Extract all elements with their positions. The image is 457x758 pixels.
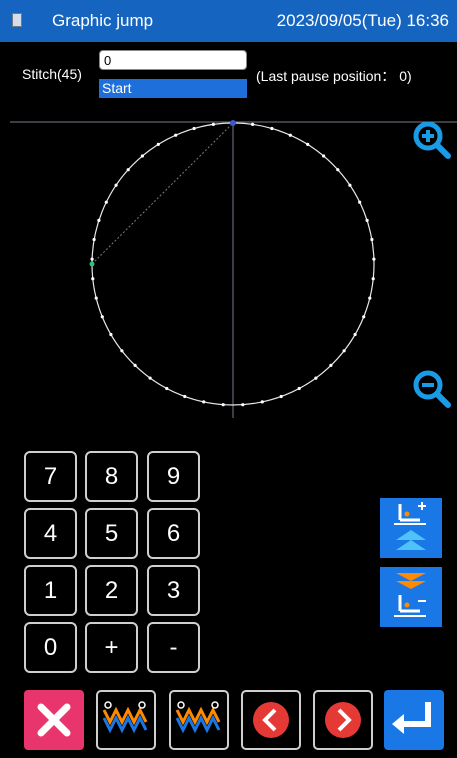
stitch-point [336, 168, 340, 172]
stitch-pattern-button-1[interactable] [96, 690, 156, 750]
stitch-point [109, 332, 113, 337]
pattern-canvas[interactable] [0, 108, 457, 418]
app-icon [12, 13, 22, 27]
start-option[interactable]: Start [99, 79, 247, 98]
key-6[interactable]: 6 [147, 508, 200, 559]
stitch-point [148, 376, 152, 380]
key-0[interactable]: 0 [24, 622, 77, 673]
stitch-point [368, 296, 372, 300]
title-bar: Graphic jump 2023/09/05(Tue) 16:36 [0, 0, 457, 42]
stitch-point [100, 315, 104, 319]
stitch-point [126, 168, 130, 172]
stitch-point [104, 200, 108, 204]
key-plus[interactable]: + [85, 622, 138, 673]
stitch-point [372, 257, 376, 261]
stitch-point [91, 277, 95, 281]
stitch-point [156, 142, 160, 146]
stitch-point [329, 363, 333, 367]
previous-button[interactable] [241, 690, 301, 750]
needle-backward-button[interactable] [380, 567, 442, 627]
stitch-point [370, 237, 374, 242]
key-5[interactable]: 5 [85, 508, 138, 559]
key-1[interactable]: 1 [24, 565, 77, 616]
key-minus[interactable]: - [147, 622, 200, 673]
confirm-button[interactable] [384, 690, 444, 750]
stitch-point [353, 332, 357, 337]
stitch-point [94, 296, 98, 300]
stitch-point [342, 349, 346, 353]
stitch-point [114, 183, 118, 187]
stitch-pattern-button-2[interactable] [169, 690, 229, 750]
stitch-point [97, 218, 101, 222]
zoom-out-button[interactable] [410, 367, 456, 413]
stitch-point [92, 237, 96, 242]
stitch-point [90, 257, 94, 261]
stitch-point [270, 126, 274, 131]
stitch-point [192, 126, 196, 131]
stitch-point [174, 133, 178, 137]
needle-forward-button[interactable] [380, 498, 442, 558]
needle-backward-icon [394, 573, 426, 617]
stitch-point [260, 400, 264, 404]
zoom-in-button[interactable] [410, 118, 456, 164]
key-4[interactable]: 4 [24, 508, 77, 559]
stitch-label: Stitch(45) [22, 66, 82, 82]
datetime: 2023/09/05(Tue) 16:36 [276, 11, 449, 30]
stitch-point [140, 154, 144, 158]
zoom-in-icon [413, 121, 451, 159]
stitch-point [221, 403, 225, 407]
stitch-point [183, 394, 187, 399]
key-9[interactable]: 9 [147, 451, 200, 502]
stitch-point [288, 133, 292, 137]
jump-line [91, 122, 234, 265]
stitch-point [120, 349, 124, 353]
key-2[interactable]: 2 [85, 565, 138, 616]
stitch-point [322, 154, 326, 158]
stitch-point [165, 386, 169, 391]
last-pause-position: (Last pause position： 0) [256, 68, 412, 84]
stitch-input[interactable] [99, 50, 247, 70]
start-stitch-point [230, 120, 236, 126]
stitch-point [306, 142, 310, 146]
stitch-point [133, 363, 137, 367]
stitch-point [314, 376, 318, 380]
stitch-point [279, 394, 283, 399]
needle-forward-icon [394, 502, 426, 550]
page-title: Graphic jump [52, 11, 154, 30]
key-8[interactable]: 8 [85, 451, 138, 502]
stitch-point [241, 403, 245, 407]
stitch-point [348, 183, 352, 187]
stitch-point [251, 122, 255, 126]
key-3[interactable]: 3 [147, 565, 200, 616]
stitch-point [362, 315, 366, 319]
stitch-point [371, 277, 375, 281]
stitch-point [202, 400, 206, 404]
cancel-button[interactable] [24, 690, 84, 750]
stitch-point [211, 122, 215, 126]
stitch-point [358, 200, 362, 204]
stitch-point [297, 386, 301, 391]
zoom-out-icon [413, 370, 451, 408]
current-stitch-point [89, 261, 95, 267]
next-button[interactable] [313, 690, 373, 750]
stitch-point [365, 218, 369, 222]
key-7[interactable]: 7 [24, 451, 77, 502]
